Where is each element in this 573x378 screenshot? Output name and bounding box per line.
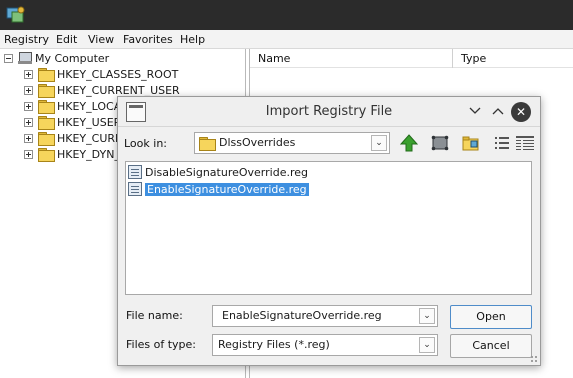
look-in-combobox[interactable]: DlssOverrides ⌄: [194, 132, 390, 154]
files-of-type-combobox[interactable]: Registry Files (*.reg) ⌄: [212, 334, 438, 356]
look-in-value: DlssOverrides: [219, 136, 296, 149]
menu-view[interactable]: View: [88, 33, 114, 46]
file-item-label: DisableSignatureOverride.reg: [145, 165, 308, 179]
arrow-up-icon: [400, 134, 418, 152]
open-button[interactable]: Open: [450, 305, 532, 329]
regedit-app-icon: [6, 6, 25, 23]
folder-icon: [38, 148, 55, 162]
computer-icon: [18, 52, 32, 64]
import-registry-file-dialog: Import Registry File ✕ Look in: DlssOver…: [117, 96, 541, 366]
menu-help[interactable]: Help: [180, 33, 205, 46]
desktop-icon: [431, 135, 449, 151]
details-view-button[interactable]: [514, 132, 536, 154]
files-of-type-label: Files of type:: [126, 338, 197, 351]
file-item-disable-signature-override[interactable]: DisableSignatureOverride.reg: [128, 164, 308, 180]
collapse-icon[interactable]: [4, 53, 13, 63]
menu-bar: Registry Edit View Favorites Help: [0, 30, 573, 49]
new-folder-icon: [462, 136, 479, 151]
minimize-icon[interactable]: [465, 102, 485, 122]
expand-icon[interactable]: [24, 85, 33, 95]
expand-icon[interactable]: [24, 117, 33, 127]
column-header-type[interactable]: Type: [453, 49, 573, 68]
expand-icon[interactable]: [24, 149, 33, 159]
chevron-down-icon[interactable]: ⌄: [371, 135, 387, 151]
menu-registry[interactable]: Registry: [4, 33, 49, 46]
file-name-combobox[interactable]: EnableSignatureOverride.reg ⌄: [212, 305, 438, 327]
chevron-down-icon[interactable]: ⌄: [419, 337, 435, 353]
file-item-enable-signature-override[interactable]: EnableSignatureOverride.reg: [128, 181, 309, 197]
tree-item-hkey-users[interactable]: HKEY_USERS: [24, 114, 128, 130]
list-view-button[interactable]: [491, 132, 513, 154]
look-in-label: Look in:: [124, 137, 167, 150]
list-view-icon: [495, 137, 509, 149]
expand-icon[interactable]: [24, 101, 33, 111]
folder-icon: [199, 137, 216, 151]
desktop-button[interactable]: [429, 132, 451, 154]
registry-file-icon: [128, 182, 142, 196]
column-header-name[interactable]: Name: [250, 49, 452, 68]
menu-edit[interactable]: Edit: [56, 33, 77, 46]
folder-icon: [38, 84, 55, 98]
file-name-value: EnableSignatureOverride.reg: [222, 309, 382, 322]
main-title-bar: [0, 0, 573, 30]
tree-item-hkey-classes-root[interactable]: HKEY_CLASSES_ROOT: [24, 66, 178, 82]
tree-item-label: HKEY_CLASSES_ROOT: [57, 67, 179, 81]
dialog-title-bar[interactable]: Import Registry File ✕: [118, 97, 540, 127]
details-view-icon: [516, 136, 534, 150]
menu-favorites[interactable]: Favorites: [123, 33, 173, 46]
expand-icon[interactable]: [24, 133, 33, 143]
file-name-label: File name:: [126, 309, 183, 322]
file-list[interactable]: DisableSignatureOverride.reg EnableSigna…: [125, 161, 532, 295]
folder-icon: [38, 116, 55, 130]
maximize-icon[interactable]: [488, 102, 508, 122]
folder-icon: [38, 100, 55, 114]
folder-icon: [38, 68, 55, 82]
registry-file-icon: [128, 165, 142, 179]
new-folder-button[interactable]: [460, 132, 482, 154]
cancel-button[interactable]: Cancel: [450, 334, 532, 358]
folder-icon: [38, 132, 55, 146]
file-item-label: EnableSignatureOverride.reg: [145, 182, 309, 196]
tree-item-label: My Computer: [35, 51, 110, 65]
chevron-down-icon[interactable]: ⌄: [419, 308, 435, 324]
tree-item-my-computer[interactable]: My Computer: [4, 50, 109, 66]
resize-grip-icon[interactable]: [530, 355, 538, 363]
up-one-level-button[interactable]: [398, 132, 420, 154]
tree-item-label: HKEY_CURRENT_USER: [57, 83, 180, 97]
files-of-type-value: Registry Files (*.reg): [218, 338, 330, 351]
expand-icon[interactable]: [24, 69, 33, 79]
close-icon[interactable]: ✕: [511, 102, 531, 122]
